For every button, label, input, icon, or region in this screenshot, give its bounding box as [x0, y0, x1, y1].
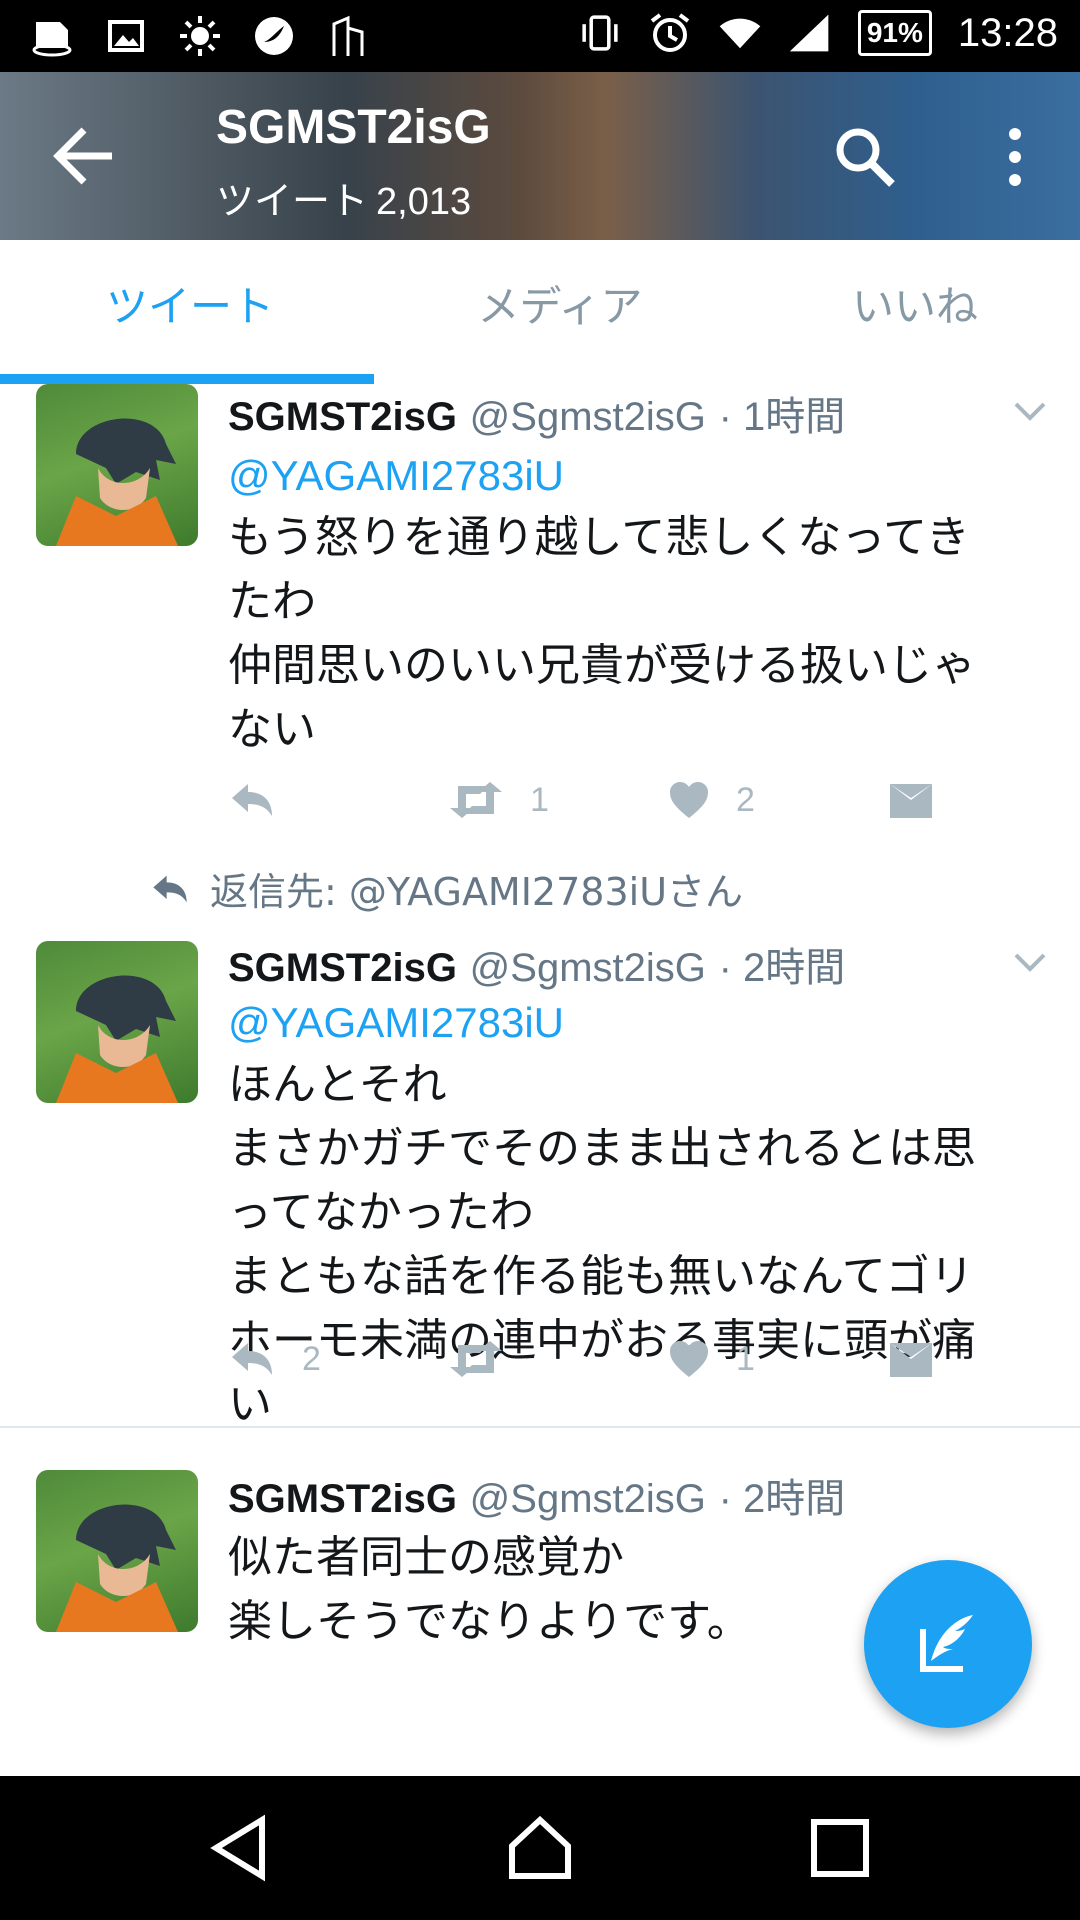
- status-time: 13:28: [957, 10, 1058, 55]
- alarm-icon: [648, 11, 692, 55]
- image-icon: [104, 14, 148, 58]
- header-title: SGMST2isG: [216, 101, 491, 154]
- compose-quill-icon: [920, 1615, 973, 1672]
- tweet-header: SGMST2isG @Sgmst2isG · 2時間: [228, 935, 845, 993]
- tweet-actions: 2 1: [228, 1329, 1048, 1389]
- chevron-down-icon[interactable]: [1012, 400, 1048, 424]
- search-button[interactable]: [830, 122, 900, 192]
- reply-context[interactable]: 返信先: @YAGAMI2783iUさん: [150, 861, 743, 916]
- triangle-back-icon: [210, 1814, 265, 1882]
- nav-back-button[interactable]: [206, 1812, 278, 1884]
- tab-likes[interactable]: いいね: [735, 240, 1080, 384]
- square-recents-icon: [811, 1819, 869, 1877]
- navigation-bar: [0, 1776, 1080, 1920]
- direct-message-button[interactable]: [888, 770, 934, 830]
- tweet-header: SGMST2isG @Sgmst2isG · 2時間: [228, 1466, 845, 1524]
- signal-icon: [788, 11, 832, 55]
- retweet-count: 1: [530, 780, 549, 819]
- nav-home-button[interactable]: [504, 1812, 576, 1884]
- wifi-icon: [718, 11, 762, 55]
- tweet-time: · 1時間: [718, 395, 846, 439]
- retweet-icon: [450, 782, 502, 818]
- reply-count: 2: [302, 1339, 321, 1378]
- profile-tabs: ツイート メディア いいね: [0, 240, 1080, 385]
- tweet-count-line: ツイート 2,013: [216, 170, 471, 225]
- tweet-text-line: まともな話を作る能も無いなんてゴリ: [228, 1251, 974, 1302]
- vibrate-icon: [578, 11, 622, 55]
- author-handle: @Sgmst2isG: [469, 1477, 706, 1521]
- direct-message-button[interactable]: [888, 1329, 934, 1389]
- tweet-text-line: ない: [228, 704, 316, 755]
- home-icon: [509, 1815, 571, 1879]
- tweet-text-line: ってなかったわ: [228, 1187, 534, 1238]
- reply-to-user: @YAGAMI2783iUさん: [348, 870, 744, 914]
- like-button[interactable]: 1: [668, 1329, 755, 1389]
- tweet-text-line: ほんとそれ: [228, 1059, 447, 1110]
- avatar[interactable]: [36, 1470, 198, 1632]
- author-handle: @Sgmst2isG: [469, 946, 706, 990]
- heart-icon: [670, 782, 708, 818]
- chevron-down-icon[interactable]: [1012, 951, 1048, 975]
- reply-icon: [153, 875, 187, 902]
- avatar[interactable]: [36, 941, 198, 1103]
- author-handle: @Sgmst2isG: [469, 395, 706, 439]
- arrow-left-icon: [53, 127, 112, 185]
- like-count: 2: [736, 780, 755, 819]
- retweet-button[interactable]: 1: [448, 770, 549, 830]
- tweet-text: もう怒りを通り越して悲しくなってき たわ 仲間思いのいい兄貴が受ける扱いじゃ な…: [228, 506, 1048, 762]
- reply-button[interactable]: [228, 770, 276, 830]
- reply-to-label: 返信先:: [210, 870, 337, 914]
- active-tab-indicator: [0, 374, 374, 384]
- author-name[interactable]: SGMST2isG: [228, 395, 457, 439]
- search-icon: [836, 128, 895, 187]
- envelope-icon: [890, 1343, 932, 1377]
- tweet-item[interactable]: SGMST2isG @Sgmst2isG · 1時間 @YAGAMI2783iU…: [0, 384, 1080, 843]
- retweet-icon: [450, 1341, 502, 1377]
- screenshot-icon: [30, 14, 74, 58]
- envelope-icon: [890, 784, 932, 818]
- tweet-time: · 2時間: [718, 1477, 846, 1521]
- tweet-actions: 1 2: [228, 770, 1048, 830]
- author-name[interactable]: SGMST2isG: [228, 946, 457, 990]
- more-vertical-icon: [1009, 128, 1021, 186]
- tweet-text-line: 仲間思いのいい兄貴が受ける扱いじゃ: [228, 640, 976, 691]
- tab-media[interactable]: メディア: [380, 240, 740, 384]
- back-button[interactable]: [50, 124, 120, 188]
- tweet-count: 2,013: [376, 181, 472, 223]
- nav-recents-button[interactable]: [804, 1812, 876, 1884]
- more-options-button[interactable]: [990, 122, 1040, 192]
- tab-tweets[interactable]: ツイート: [10, 240, 370, 384]
- author-name[interactable]: SGMST2isG: [228, 1477, 457, 1521]
- like-count: 1: [736, 1339, 755, 1378]
- tweet-text-line: たわ: [228, 576, 316, 627]
- status-bar: 91% 13:28: [0, 0, 1080, 72]
- app-icon: [252, 14, 296, 58]
- tweet-mention[interactable]: @YAGAMI2783iU: [228, 999, 564, 1047]
- reply-icon: [232, 784, 272, 816]
- profile-header: SGMST2isG ツイート 2,013: [0, 72, 1080, 240]
- compose-tweet-button[interactable]: [864, 1560, 1032, 1728]
- building-icon: [326, 14, 370, 58]
- tweet-time: · 2時間: [718, 946, 846, 990]
- brightness-icon: [178, 14, 222, 58]
- tweet-header: SGMST2isG @Sgmst2isG · 1時間: [228, 384, 845, 442]
- reply-button[interactable]: 2: [228, 1329, 321, 1389]
- avatar[interactable]: [36, 384, 198, 546]
- like-button[interactable]: 2: [668, 770, 755, 830]
- tweet-mention[interactable]: @YAGAMI2783iU: [228, 452, 564, 500]
- tweet-item[interactable]: 返信先: @YAGAMI2783iUさん SGMST2isG @Sgmst2is…: [0, 841, 1080, 1430]
- reply-icon: [232, 1343, 272, 1375]
- tweet-text-line: まさかガチでそのまま出されるとは思: [228, 1123, 976, 1174]
- battery-indicator: 91%: [857, 10, 932, 56]
- heart-icon: [670, 1341, 708, 1377]
- tweet-count-label: ツイート: [216, 179, 369, 223]
- retweet-button[interactable]: [448, 1329, 504, 1389]
- tweet-text-line: もう怒りを通り越して悲しくなってき: [228, 512, 970, 563]
